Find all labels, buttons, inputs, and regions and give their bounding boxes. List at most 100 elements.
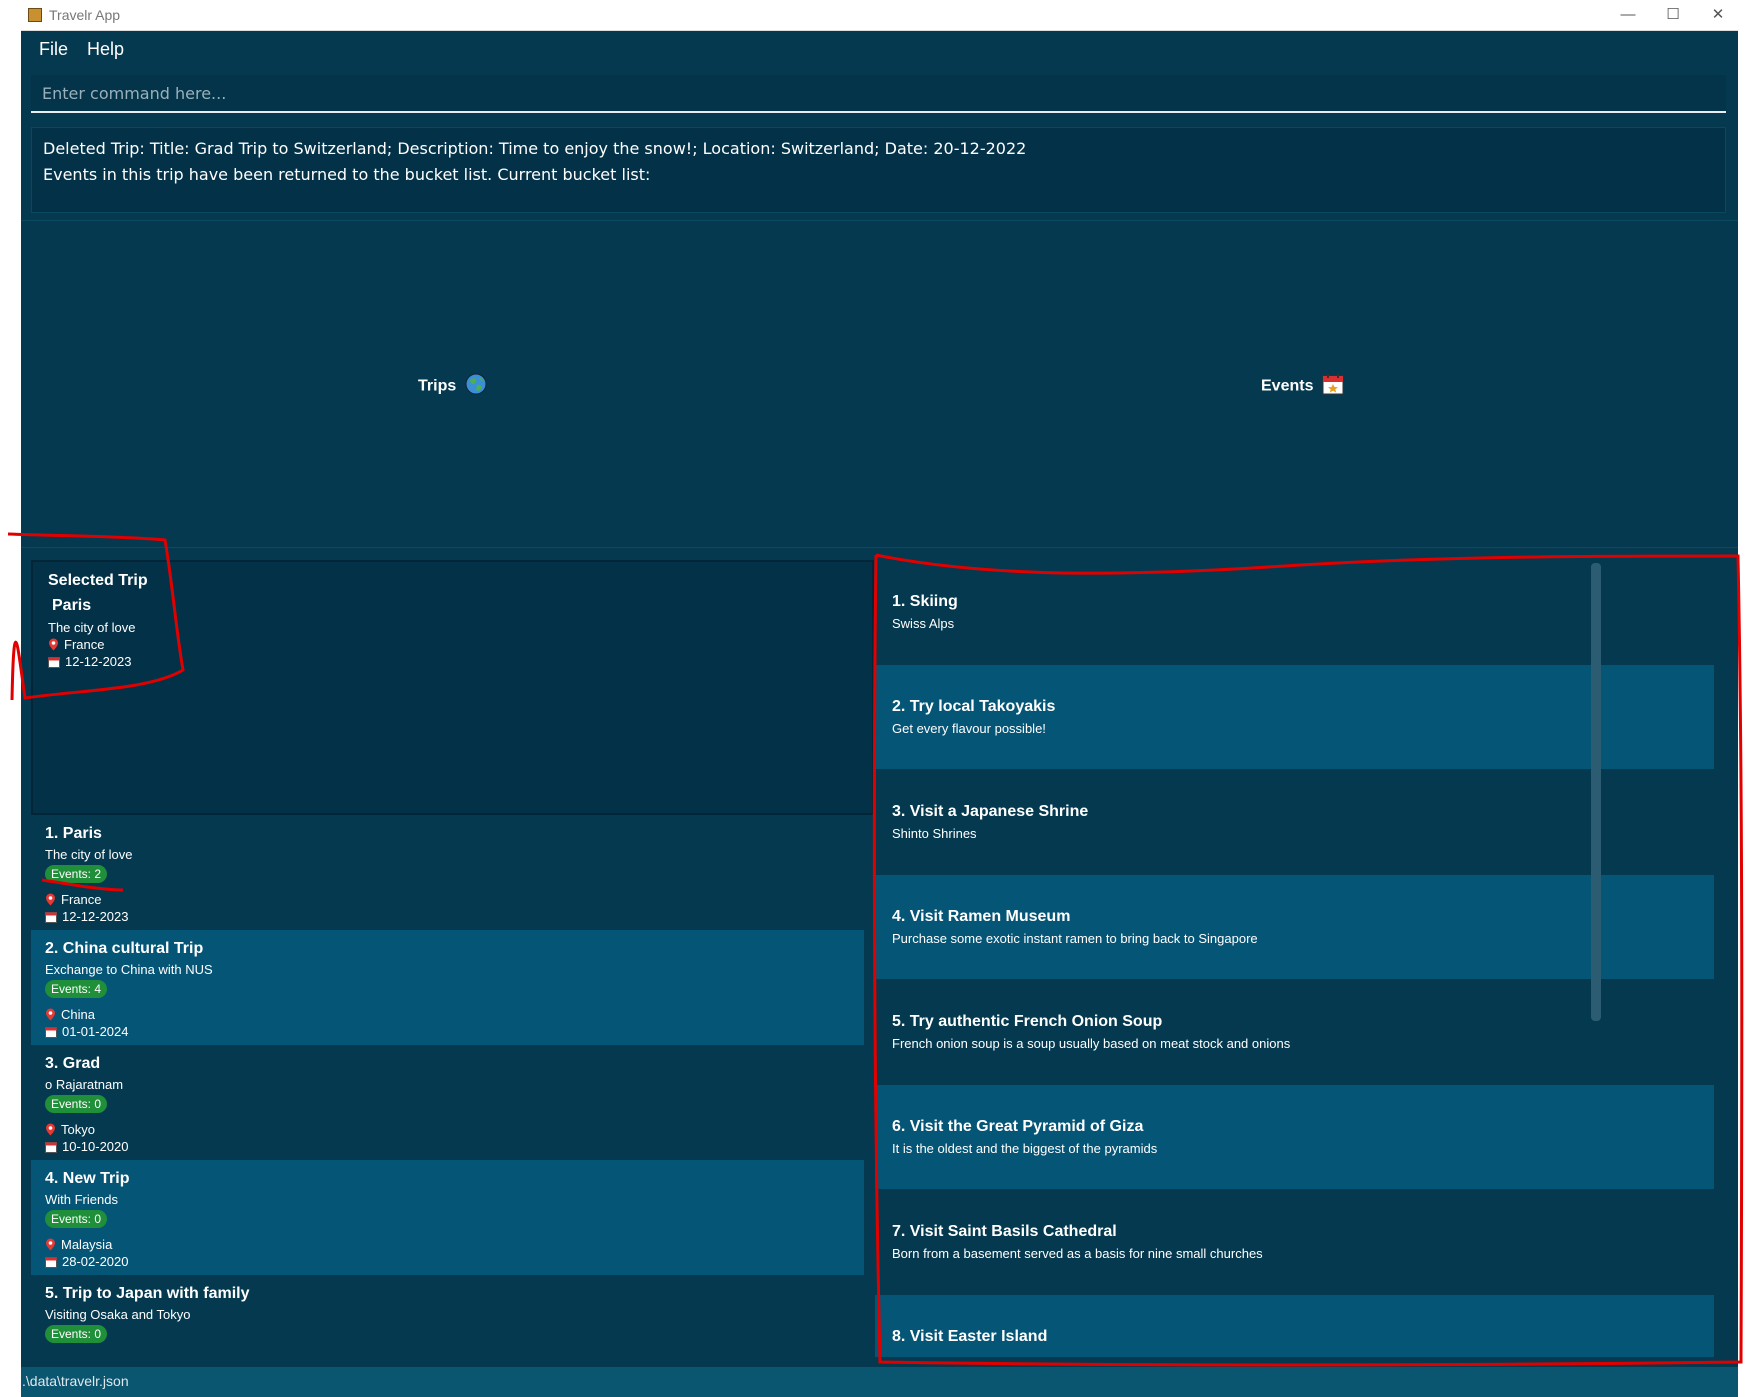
trip-item[interactable]: 2. China cultural Trip Exchange to China… — [31, 930, 864, 1045]
trip-item[interactable]: 3. Grad o Rajaratnam Events: 0 Tokyo 10-… — [31, 1045, 864, 1160]
event-item[interactable]: 3. Visit a Japanese Shrine Shinto Shrine… — [875, 770, 1714, 874]
selected-trip-panel: Selected Trip Paris The city of love Fra… — [31, 560, 874, 815]
event-description: Shinto Shrines — [892, 826, 977, 841]
pin-icon — [45, 1008, 56, 1024]
trip-date-text: 01-01-2024 — [62, 1024, 129, 1039]
event-item[interactable]: 4. Visit Ramen Museum Purchase some exot… — [875, 875, 1714, 979]
trip-description: o Rajaratnam — [45, 1077, 124, 1092]
trip-location-text: China — [61, 1007, 95, 1022]
trip-location-text: France — [61, 892, 102, 907]
status-bar: .\data\travelr.json — [21, 1367, 1738, 1397]
calendar-icon — [45, 1026, 57, 1041]
trip-date: 01-01-2024 — [45, 1024, 129, 1041]
header-panel: Trips Events — [21, 220, 1738, 548]
globe-icon — [465, 373, 487, 400]
event-item[interactable]: 8. Visit Easter Island — [875, 1295, 1714, 1357]
calendar-icon — [45, 1141, 57, 1156]
calendar-icon — [45, 911, 57, 926]
event-item[interactable]: 2. Try local Takoyakis Get every flavour… — [875, 665, 1714, 769]
menu-help[interactable]: Help — [87, 39, 124, 60]
trip-location-text: Malaysia — [61, 1237, 113, 1252]
events-count-badge: Events: 4 — [45, 980, 108, 998]
trip-date: 28-02-2020 — [45, 1254, 129, 1271]
selected-trip-label: Selected Trip — [48, 572, 148, 589]
trip-description: With Friends — [45, 1192, 118, 1207]
pin-icon — [48, 638, 59, 654]
trip-title: 2. China cultural Trip — [45, 940, 204, 957]
calendar-icon — [45, 1256, 57, 1271]
app-window: Travelr App — ☐ ✕ File Help Deleted Trip… — [21, 0, 1738, 1397]
result-display: Deleted Trip: Title: Grad Trip to Switze… — [31, 127, 1726, 213]
minimize-button[interactable]: — — [1608, 4, 1648, 26]
trip-title: 3. Grad — [45, 1055, 101, 1072]
trip-title: 4. New Trip — [45, 1170, 130, 1187]
event-title: 7. Visit Saint Basils Cathedral — [892, 1223, 1117, 1240]
event-item[interactable]: 6. Visit the Great Pyramid of Giza It is… — [875, 1085, 1714, 1189]
events-count-badge: Events: 0 — [45, 1095, 108, 1113]
command-box — [31, 75, 1726, 113]
event-title: 5. Try authentic French Onion Soup — [892, 1013, 1163, 1030]
event-list-scrollbar[interactable] — [1591, 563, 1601, 1021]
menu-file[interactable]: File — [39, 39, 68, 60]
pin-icon — [45, 893, 56, 909]
result-line-1: Deleted Trip: Title: Grad Trip to Switze… — [43, 139, 1027, 158]
events-count-badge: Events: 0 — [45, 1325, 108, 1343]
trip-item[interactable]: 5. Trip to Japan with family Visiting Os… — [31, 1275, 864, 1357]
command-input[interactable] — [31, 75, 1726, 111]
trip-description: The city of love — [45, 847, 133, 862]
trip-list[interactable]: 1. Paris The city of love Events: 2 Fran… — [31, 815, 874, 1357]
trip-date-text: 12-12-2023 — [62, 909, 129, 924]
trip-description: Visiting Osaka and Tokyo — [45, 1307, 191, 1322]
app-icon — [28, 8, 42, 22]
trip-location: China — [45, 1007, 95, 1024]
trip-date: 10-10-2020 — [45, 1139, 129, 1156]
calendar-icon — [1322, 373, 1344, 400]
trip-item[interactable]: 4. New Trip With Friends Events: 0 Malay… — [31, 1160, 864, 1275]
trip-location-text: Tokyo — [61, 1122, 95, 1137]
trip-item[interactable]: 1. Paris The city of love Events: 2 Fran… — [31, 815, 864, 930]
event-title: 6. Visit the Great Pyramid of Giza — [892, 1118, 1144, 1135]
event-description: Born from a basement served as a basis f… — [892, 1246, 1263, 1261]
event-item[interactable]: 7. Visit Saint Basils Cathedral Born fro… — [875, 1190, 1714, 1294]
result-line-2: Events in this trip have been returned t… — [43, 165, 651, 184]
event-description: Get every flavour possible! — [892, 721, 1046, 736]
event-title: 2. Try local Takoyakis — [892, 698, 1056, 715]
event-title: 1. Skiing — [892, 593, 958, 610]
trip-title: 5. Trip to Japan with family — [45, 1285, 250, 1302]
trip-date-text: 10-10-2020 — [62, 1139, 129, 1154]
trip-location: Tokyo — [45, 1122, 95, 1139]
calendar-icon — [48, 656, 60, 671]
events-header-label: Events — [1261, 377, 1314, 395]
event-item[interactable]: 1. Skiing Swiss Alps — [875, 560, 1714, 664]
selected-trip-location-text: France — [64, 637, 105, 652]
trip-location: France — [45, 892, 101, 909]
trips-header-label: Trips — [418, 377, 457, 395]
event-title: 3. Visit a Japanese Shrine — [892, 803, 1089, 820]
menu-bar: File Help — [21, 31, 1738, 71]
selected-trip-date: 12-12-2023 — [48, 654, 132, 671]
trip-date-text: 28-02-2020 — [62, 1254, 129, 1269]
data-file-path: .\data\travelr.json — [22, 1373, 129, 1389]
selected-trip-description: The city of love — [48, 620, 136, 635]
trip-date: 12-12-2023 — [45, 909, 129, 926]
window-title: Travelr App — [49, 7, 121, 23]
event-title: 8. Visit Easter Island — [892, 1328, 1048, 1345]
close-button[interactable]: ✕ — [1698, 4, 1738, 26]
event-description: It is the oldest and the biggest of the … — [892, 1141, 1158, 1156]
event-description: French onion soup is a soup usually base… — [892, 1036, 1291, 1051]
event-item[interactable]: 5. Try authentic French Onion Soup Frenc… — [875, 980, 1714, 1084]
trips-header: Trips — [418, 373, 487, 400]
event-title: 4. Visit Ramen Museum — [892, 908, 1071, 925]
trip-title: 1. Paris — [45, 825, 102, 842]
event-description: Purchase some exotic instant ramen to br… — [892, 931, 1258, 946]
selected-trip-date-text: 12-12-2023 — [65, 654, 132, 669]
events-count-badge: Events: 2 — [45, 865, 108, 883]
trip-description: Exchange to China with NUS — [45, 962, 213, 977]
title-bar: Travelr App — ☐ ✕ — [21, 0, 1738, 31]
maximize-button[interactable]: ☐ — [1653, 4, 1693, 26]
event-description: Swiss Alps — [892, 616, 955, 631]
pin-icon — [45, 1123, 56, 1139]
selected-trip-title: Paris — [52, 597, 92, 614]
trip-location: Malaysia — [45, 1237, 112, 1254]
events-count-badge: Events: 0 — [45, 1210, 108, 1228]
